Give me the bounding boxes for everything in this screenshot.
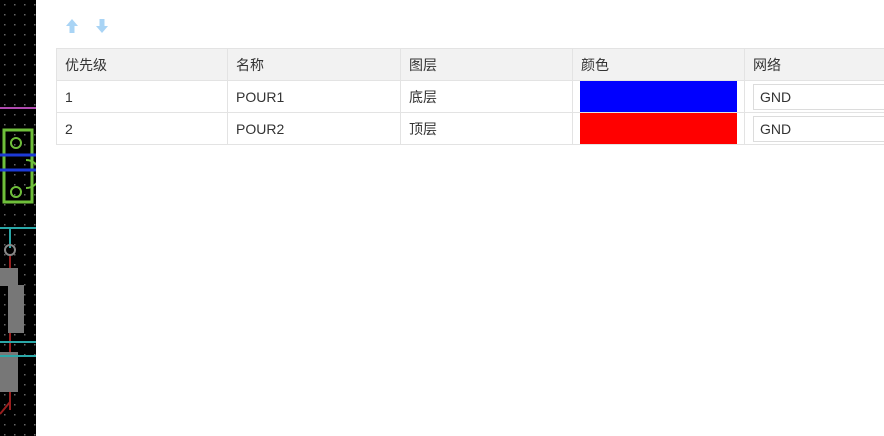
name-cell: POUR1 xyxy=(227,80,401,113)
pcb-canvas-edge[interactable] xyxy=(0,0,36,436)
color-cell xyxy=(572,112,745,145)
net-cell xyxy=(744,80,884,113)
table-row[interactable]: 1 POUR1 底层 xyxy=(56,80,884,113)
copper-pour-table: 优先级 名称 图层 颜色 网络 1 POUR1 底层 2 POU xyxy=(56,48,884,145)
color-swatch[interactable] xyxy=(580,81,737,112)
header-name[interactable]: 名称 xyxy=(227,48,401,81)
net-input[interactable] xyxy=(753,115,884,142)
name-cell: POUR2 xyxy=(227,112,401,145)
color-cell xyxy=(572,80,745,113)
priority-cell: 2 xyxy=(56,112,228,145)
net-cell xyxy=(744,112,884,145)
table-header-row: 优先级 名称 图层 颜色 网络 xyxy=(56,48,884,81)
table-row[interactable]: 2 POUR2 顶层 xyxy=(56,112,884,145)
header-net[interactable]: 网络 xyxy=(744,48,884,81)
header-color[interactable]: 颜色 xyxy=(572,48,745,81)
header-priority[interactable]: 优先级 xyxy=(56,48,228,81)
arrow-up-icon[interactable] xyxy=(64,16,80,36)
net-input[interactable] xyxy=(753,83,884,110)
layer-cell: 顶层 xyxy=(400,112,573,145)
arrow-down-icon[interactable] xyxy=(94,16,110,36)
pcb-traces xyxy=(0,0,36,436)
toolbar xyxy=(64,16,110,36)
copper-pour-panel: 优先级 名称 图层 颜色 网络 1 POUR1 底层 2 POU xyxy=(36,0,884,436)
priority-cell: 1 xyxy=(56,80,228,113)
layer-cell: 底层 xyxy=(400,80,573,113)
color-swatch[interactable] xyxy=(580,113,737,144)
header-layer[interactable]: 图层 xyxy=(400,48,573,81)
